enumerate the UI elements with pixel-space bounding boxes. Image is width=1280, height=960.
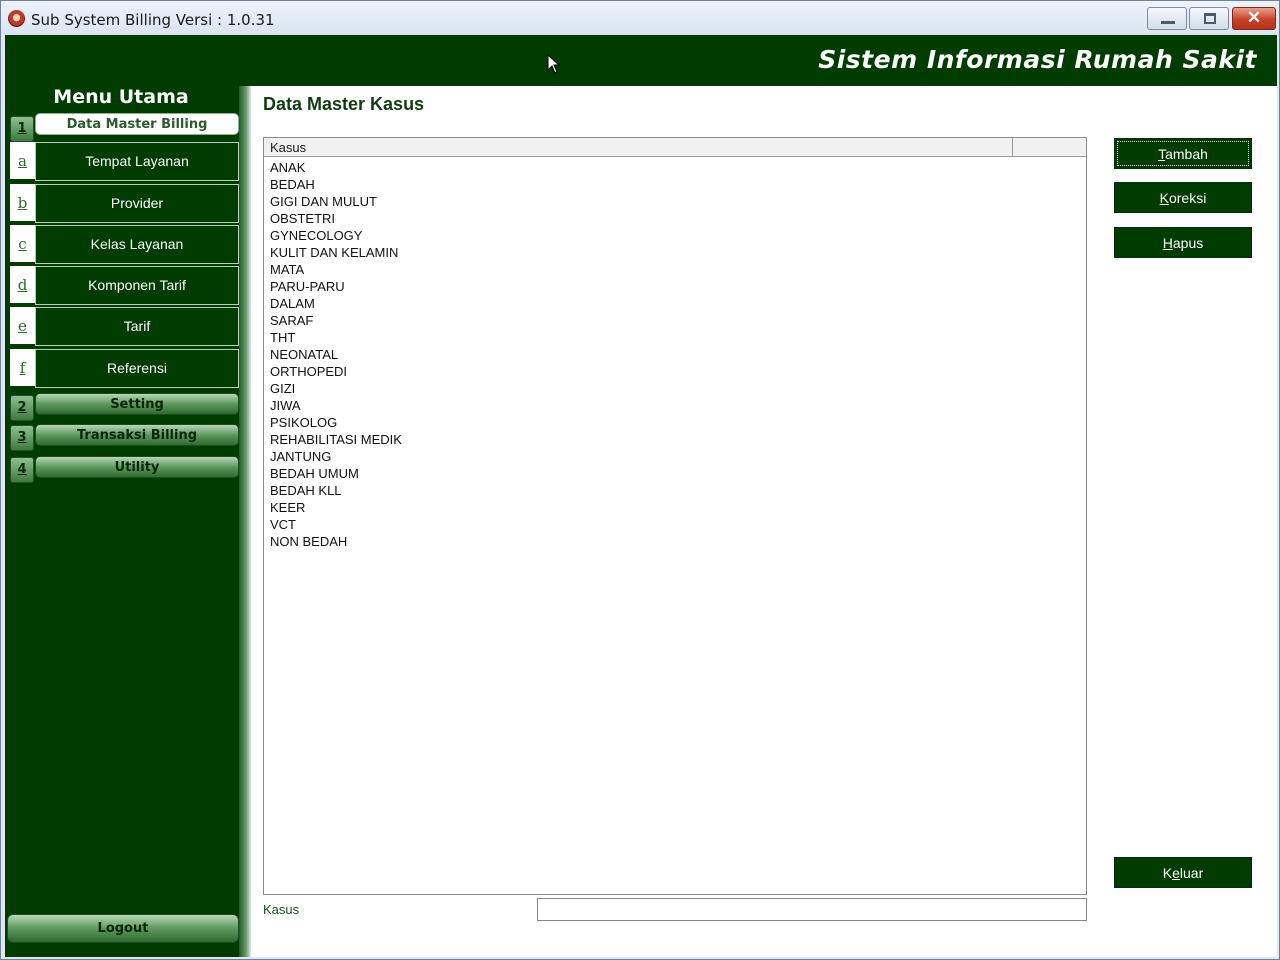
table-row[interactable]: SARAF [270,312,402,329]
close-icon: ✕ [1246,8,1262,27]
group-key-1[interactable]: 1 [10,116,34,142]
table-row[interactable]: OBSTETRI [270,210,402,227]
kasus-table[interactable]: Kasus ANAK BEDAH GIGI DAN MULUT OBSTETRI GYN… [263,137,1087,895]
table-row[interactable]: JIWA [270,397,402,414]
table-row[interactable]: THT [270,329,402,346]
koreksi-label: oreksi [1168,190,1207,206]
table-row[interactable]: REHABILITASI MEDIK [270,431,402,448]
maximize-icon [1204,13,1216,24]
table-row[interactable]: BEDAH [270,176,402,193]
sidebar-group-setting[interactable]: Setting [35,393,239,415]
sidebar-divider [239,86,251,957]
sidebar-item-provider[interactable]: Provider [35,184,239,223]
subitem-key-b[interactable]: b [10,184,35,223]
table-row[interactable]: VCT [270,516,402,533]
column-separator[interactable] [1012,138,1013,157]
sidebar-title: Menu Utama [53,86,189,108]
table-row[interactable]: MATA [270,261,402,278]
table-row[interactable]: DALAM [270,295,402,312]
sidebar-item-referensi[interactable]: Referensi [35,349,239,388]
group-key-2[interactable]: 2 [10,395,34,421]
hapus-label: apus [1172,235,1204,251]
tambah-button[interactable]: Tambah [1114,138,1252,169]
app-window: Sub System Billing Versi : 1.0.31 ✕ Sist… [0,0,1280,960]
table-row[interactable]: BEDAH UMUM [270,465,402,482]
keluar-hotkey: e [1172,865,1180,881]
table-row[interactable]: KEER [270,499,402,516]
subitem-key-c[interactable]: c [10,225,35,264]
sidebar-item-kelas-layanan[interactable]: Kelas Layanan [35,225,239,264]
app-logo-icon [8,10,25,27]
table-row[interactable]: BEDAH KLL [270,482,402,499]
table-row[interactable]: KULIT DAN KELAMIN [270,244,402,261]
title-bar[interactable]: Sub System Billing Versi : 1.0.31 ✕ [1,1,1279,35]
page-title: Data Master Kasus [263,94,425,114]
logout-button[interactable]: Logout [7,914,239,943]
banner-title: Sistem Informasi Rumah Sakit [818,45,1257,74]
sidebar-item-komponen-tarif[interactable]: Komponen Tarif [35,266,239,305]
koreksi-button[interactable]: Koreksi [1114,182,1252,213]
column-header-kasus[interactable]: Kasus [270,140,306,155]
subitem-key-f[interactable]: f [10,349,35,388]
table-row[interactable]: GYNECOLOGY [270,227,402,244]
close-button[interactable]: ✕ [1232,7,1276,30]
table-row[interactable]: GIGI DAN MULUT [270,193,402,210]
hapus-hotkey: H [1162,235,1173,251]
main-panel: Data Master Kasus Kasus ANAK BEDAH GIGI DA… [251,86,1277,957]
sidebar-group-transaksi-billing[interactable]: Transaksi Billing [35,424,239,446]
kasus-input[interactable] [537,898,1087,921]
subitem-key-d[interactable]: d [10,266,35,305]
subitem-key-a[interactable]: a [10,142,35,181]
sidebar-group-data-master-billing[interactable]: Data Master Billing [35,113,239,135]
kasus-field-label: Kasus [263,902,300,917]
sidebar-group-utility[interactable]: Utility [35,456,239,478]
tambah-label: ambah [1165,146,1208,162]
koreksi-hotkey: K [1159,190,1169,206]
group-key-3[interactable]: 3 [10,425,34,451]
keluar-label-pre: K [1162,865,1173,881]
table-row[interactable]: PSIKOLOG [270,414,402,431]
table-body: ANAK BEDAH GIGI DAN MULUT OBSTETRI GYNECOLOG… [270,159,402,550]
table-row[interactable]: GIZI [270,380,402,397]
table-row[interactable]: NEONATAL [270,346,402,363]
sidebar-item-tempat-layanan[interactable]: Tempat Layanan [35,142,239,181]
minimize-button[interactable] [1147,7,1187,30]
minimize-icon [1161,21,1175,24]
window-title: Sub System Billing Versi : 1.0.31 [31,11,275,29]
maximize-button[interactable] [1189,7,1229,30]
keluar-label: luar [1179,865,1204,881]
table-row[interactable]: PARU-PARU [270,278,402,295]
hapus-button[interactable]: Hapus [1114,227,1252,258]
header-banner: Sistem Informasi Rumah Sakit [5,35,1277,86]
sidebar: Menu Utama 1 Data Master Billing a Tempa… [5,86,245,957]
table-row[interactable]: ORTHOPEDI [270,363,402,380]
group-key-4[interactable]: 4 [10,457,34,483]
sidebar-item-tarif[interactable]: Tarif [35,307,239,346]
table-row[interactable]: NON BEDAH [270,533,402,550]
keluar-button[interactable]: Keluar [1114,857,1252,888]
table-header: Kasus [264,138,1086,157]
subitem-key-e[interactable]: e [10,307,35,346]
table-row[interactable]: ANAK [270,159,402,176]
table-row[interactable]: JANTUNG [270,448,402,465]
